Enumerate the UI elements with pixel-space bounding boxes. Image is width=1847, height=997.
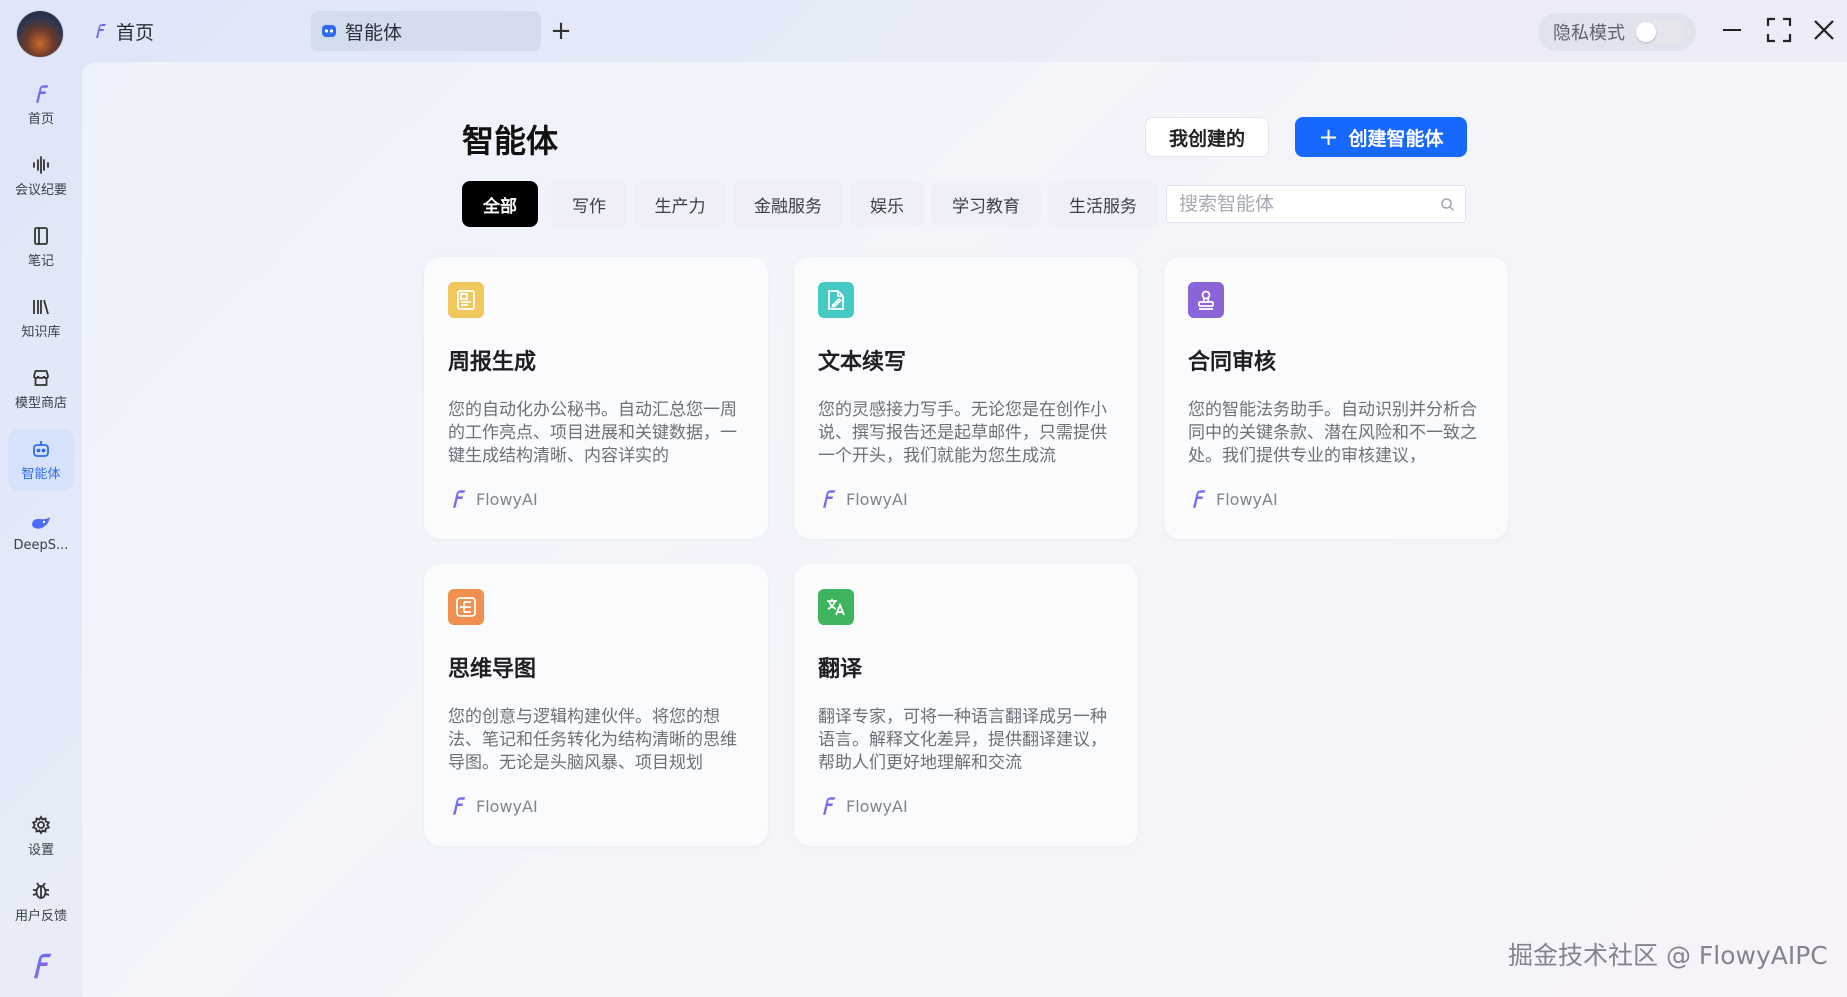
sidebar-item-label: 用户反馈 bbox=[14, 908, 67, 924]
category-tab-life[interactable]: 生活服务 bbox=[1048, 181, 1158, 227]
card-author: FlowyAI bbox=[448, 796, 538, 816]
card-author-name: FlowyAI bbox=[476, 489, 538, 509]
flowy-logo-icon bbox=[823, 490, 836, 508]
sidebar-item-label: 笔记 bbox=[27, 253, 54, 269]
bug-icon bbox=[32, 882, 50, 899]
category-tab-writing[interactable]: 写作 bbox=[551, 181, 627, 227]
tab-home[interactable]: 首页 bbox=[82, 11, 164, 51]
maximize-button[interactable] bbox=[1763, 14, 1795, 46]
tab-agent[interactable]: 智能体 bbox=[311, 11, 541, 51]
store-icon bbox=[33, 369, 49, 386]
notebook-icon bbox=[34, 226, 48, 245]
sidebar-item-home[interactable]: 首页 bbox=[8, 74, 74, 136]
minimize-icon bbox=[1723, 29, 1741, 31]
sidebar-item-notes[interactable]: 笔记 bbox=[8, 216, 74, 278]
main-content: 智能体 我创建的 + 创建智能体 全部 写作 生产力 金融服务 娱乐 学习教育 … bbox=[82, 62, 1847, 997]
agent-card-mind-map[interactable]: 思维导图 您的创意与逻辑构建伙伴。将您的想法、笔记和任务转化为结构清晰的思维导图… bbox=[424, 564, 768, 846]
mind-map-icon bbox=[448, 589, 484, 625]
card-title: 周报生成 bbox=[448, 350, 537, 375]
card-author: FlowyAI bbox=[818, 489, 908, 509]
agent-card-translate[interactable]: 翻译 翻译专家，可将一种语言翻译成另一种语言。解释文化差异，提供翻译建议，帮助人… bbox=[794, 564, 1138, 846]
add-tab-button[interactable]: + bbox=[549, 14, 573, 48]
fullscreen-icon bbox=[1766, 17, 1792, 43]
sidebar-item-label: DeepS... bbox=[13, 537, 69, 553]
sidebar-item-label: 设置 bbox=[27, 842, 54, 858]
card-title: 合同审核 bbox=[1188, 350, 1277, 375]
search-input[interactable] bbox=[1179, 186, 1429, 222]
sidebar-item-label: 智能体 bbox=[21, 466, 61, 482]
sidebar-item-deepseek[interactable]: DeepS... bbox=[8, 502, 74, 564]
flowy-logo-icon bbox=[96, 24, 106, 38]
flowy-brand-logo bbox=[34, 953, 52, 979]
card-description: 您的灵感接力写手。无论您是在创作小说、撰写报告还是起草邮件，只需提供一个开头，我… bbox=[818, 400, 1107, 466]
card-description: 您的智能法务助手。自动识别并分析合同中的关键条款、潜在风险和不一致之处。我们提供… bbox=[1188, 400, 1477, 466]
card-description: 您的创意与逻辑构建伙伴。将您的想法、笔记和任务转化为结构清晰的思维导图。无论是头… bbox=[448, 707, 737, 773]
page-title: 智能体 bbox=[462, 122, 559, 160]
close-icon bbox=[1814, 20, 1834, 40]
sidebar-item-label: 首页 bbox=[27, 111, 54, 127]
card-title: 翻译 bbox=[818, 657, 863, 682]
flowy-logo-icon bbox=[1193, 490, 1206, 508]
robot-icon bbox=[33, 440, 49, 457]
sidebar-item-label: 会议纪要 bbox=[14, 182, 67, 198]
card-description: 翻译专家，可将一种语言翻译成另一种语言。解释文化差异，提供翻译建议，帮助人们更好… bbox=[818, 707, 1107, 773]
card-author-name: FlowyAI bbox=[1216, 489, 1278, 509]
privacy-switch[interactable] bbox=[1634, 21, 1684, 43]
flowy-logo-icon bbox=[453, 797, 466, 815]
category-tab-entertainment[interactable]: 娱乐 bbox=[850, 181, 924, 227]
flowy-logo-icon bbox=[823, 797, 836, 815]
plus-icon: + bbox=[1318, 123, 1339, 151]
sidebar-item-knowledge[interactable]: 知识库 bbox=[8, 287, 74, 349]
user-avatar[interactable] bbox=[17, 11, 63, 57]
gear-icon bbox=[31, 814, 51, 835]
library-icon bbox=[33, 299, 49, 314]
translate-icon bbox=[818, 589, 854, 625]
sidebar-item-meeting[interactable]: 会议纪要 bbox=[8, 145, 74, 207]
waveform-icon bbox=[33, 155, 49, 174]
report-icon bbox=[448, 282, 484, 318]
privacy-mode-label: 隐私模式 bbox=[1553, 23, 1625, 44]
card-author: FlowyAI bbox=[448, 489, 538, 509]
agent-card-weekly-report[interactable]: 周报生成 您的自动化办公秘书。自动汇总您一周的工作亮点、项目进展和关键数据，一键… bbox=[424, 257, 768, 539]
agent-search bbox=[1166, 185, 1466, 223]
create-agent-label: 创建智能体 bbox=[1348, 127, 1444, 150]
minimize-button[interactable] bbox=[1716, 14, 1748, 46]
flowy-logo-icon bbox=[453, 490, 466, 508]
agent-card-contract-review[interactable]: 合同审核 您的智能法务助手。自动识别并分析合同中的关键条款、潜在风险和不一致之处… bbox=[1164, 257, 1508, 539]
title-bar: 首页 智能体 + 隐私模式 bbox=[0, 0, 1847, 62]
privacy-mode-toggle[interactable]: 隐私模式 bbox=[1538, 13, 1696, 51]
agent-tab-icon bbox=[322, 25, 336, 37]
flowy-logo-icon bbox=[36, 84, 49, 103]
sidebar-item-label: 模型商店 bbox=[14, 395, 67, 411]
sidebar-item-feedback[interactable]: 用户反馈 bbox=[8, 871, 74, 933]
card-description: 您的自动化办公秘书。自动汇总您一周的工作亮点、项目进展和关键数据，一键生成结构清… bbox=[448, 400, 737, 466]
card-title: 文本续写 bbox=[818, 350, 907, 375]
card-title: 思维导图 bbox=[448, 657, 537, 682]
search-icon[interactable] bbox=[1440, 197, 1455, 212]
category-tab-finance[interactable]: 金融服务 bbox=[733, 181, 843, 227]
card-author-name: FlowyAI bbox=[476, 796, 538, 816]
close-button[interactable] bbox=[1808, 14, 1840, 46]
category-tab-all[interactable]: 全部 bbox=[462, 181, 538, 227]
category-tab-productivity[interactable]: 生产力 bbox=[634, 181, 726, 227]
create-agent-button[interactable]: + 创建智能体 bbox=[1295, 117, 1467, 157]
tab-agent-label: 智能体 bbox=[345, 21, 403, 44]
sidebar-item-model-store[interactable]: 模型商店 bbox=[8, 358, 74, 420]
whale-icon bbox=[32, 516, 50, 529]
sidebar-item-agent[interactable]: 智能体 bbox=[8, 429, 74, 491]
category-tab-education[interactable]: 学习教育 bbox=[931, 181, 1041, 227]
stamp-icon bbox=[1188, 282, 1224, 318]
tab-home-label: 首页 bbox=[116, 21, 155, 44]
my-created-button[interactable]: 我创建的 bbox=[1145, 117, 1269, 157]
sidebar: 首页 会议纪要 笔记 知识库 模型商店 智能体 DeepS... 设置 用户反馈 bbox=[0, 62, 82, 997]
card-author-name: FlowyAI bbox=[846, 796, 908, 816]
watermark: 掘金技术社区 @ FlowyAIPC bbox=[1508, 941, 1828, 970]
agent-card-text-continuation[interactable]: 文本续写 您的灵感接力写手。无论您是在创作小说、撰写报告还是起草邮件，只需提供一… bbox=[794, 257, 1138, 539]
sidebar-item-settings[interactable]: 设置 bbox=[8, 805, 74, 867]
card-author-name: FlowyAI bbox=[846, 489, 908, 509]
edit-document-icon bbox=[818, 282, 854, 318]
card-author: FlowyAI bbox=[818, 796, 908, 816]
card-author: FlowyAI bbox=[1188, 489, 1278, 509]
sidebar-item-label: 知识库 bbox=[21, 324, 61, 340]
